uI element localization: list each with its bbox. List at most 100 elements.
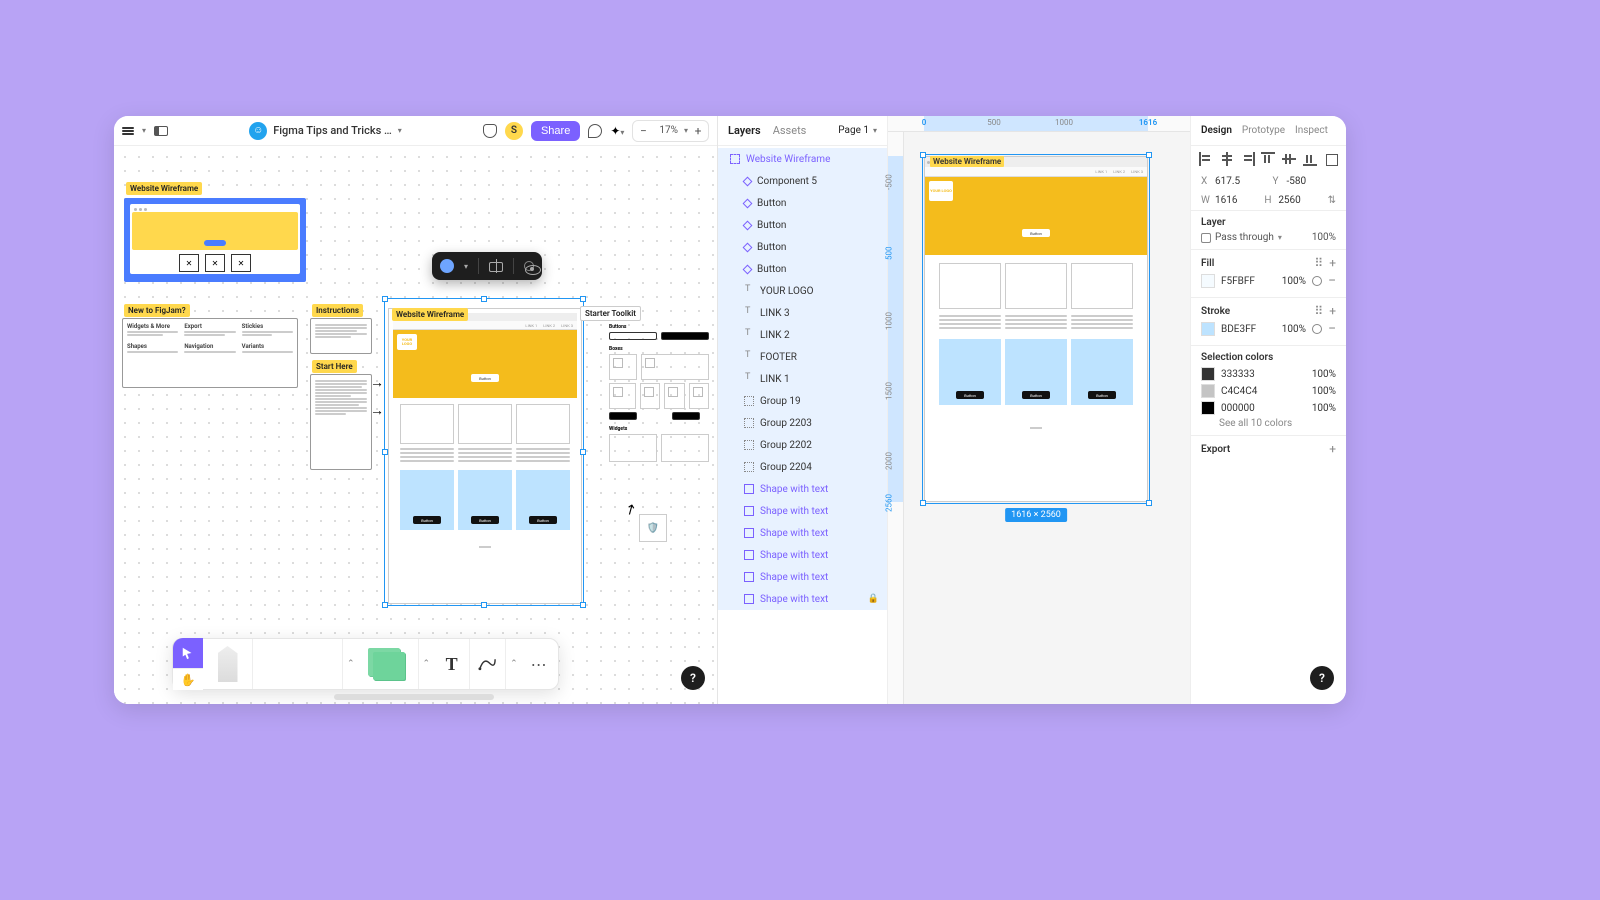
align-top-icon[interactable]: [1261, 152, 1275, 166]
layer-item[interactable]: Button: [718, 236, 887, 258]
sticky-label[interactable]: Website Wireframe: [126, 182, 202, 195]
layer-item[interactable]: Group 2202: [718, 434, 887, 456]
rename-icon[interactable]: [489, 259, 503, 273]
w-input[interactable]: 1616: [1215, 195, 1237, 206]
stroke-swatch[interactable]: [1201, 322, 1215, 336]
opacity-input[interactable]: 100%: [1312, 232, 1336, 243]
color-row[interactable]: 000000100%: [1201, 401, 1336, 415]
chevron-down-icon[interactable]: ▾: [464, 262, 468, 271]
sticky-tool[interactable]: [359, 639, 419, 689]
x-input[interactable]: 617.5: [1215, 176, 1240, 187]
zoom-out-button[interactable]: −: [633, 121, 653, 141]
layer-item[interactable]: Group 2204: [718, 456, 887, 478]
layer-item[interactable]: Shape with text: [718, 544, 887, 566]
y-input[interactable]: -580: [1287, 176, 1307, 187]
remove-fill-button[interactable]: −: [1328, 277, 1336, 285]
sticky-label[interactable]: Website Wireframe: [392, 308, 468, 321]
chevron-down-icon[interactable]: ▾: [1278, 233, 1282, 242]
add-export-button[interactable]: +: [1329, 442, 1336, 456]
layer-item[interactable]: Shape with text: [718, 500, 887, 522]
file-title[interactable]: ☺ Figma Tips and Tricks … ▾: [176, 122, 475, 140]
chevron-down-icon[interactable]: ▾: [142, 126, 146, 135]
shape-color-swatch[interactable]: [440, 259, 454, 273]
layer-item[interactable]: Shape with text: [718, 522, 887, 544]
add-stroke-button[interactable]: +: [1329, 304, 1336, 318]
align-left-icon[interactable]: [1199, 152, 1213, 166]
tab-prototype[interactable]: Prototype: [1242, 125, 1285, 136]
zoom-value[interactable]: 17%: [653, 125, 684, 136]
sticky-label[interactable]: Instructions: [312, 304, 363, 317]
frame-label[interactable]: Website Wireframe: [930, 156, 1004, 167]
sparkle-icon[interactable]: ✦▾: [610, 124, 624, 138]
select-tool[interactable]: ✋: [173, 638, 203, 690]
stroke-opacity-input[interactable]: 100%: [1282, 324, 1306, 335]
layers-list[interactable]: Website WireframeComponent 5ButtonButton…: [718, 146, 887, 704]
share-button[interactable]: Share: [531, 121, 580, 141]
layer-item[interactable]: Button: [718, 192, 887, 214]
zoom-control[interactable]: − 17% ▾ +: [632, 120, 709, 142]
panel-toggle-icon[interactable]: [154, 126, 168, 136]
layer-item[interactable]: LINK 3: [718, 302, 887, 324]
blend-mode-icon[interactable]: [1201, 233, 1211, 243]
fill-opacity-input[interactable]: 100%: [1282, 276, 1306, 287]
layer-item[interactable]: FOOTER: [718, 346, 887, 368]
new-to-figjam-card[interactable]: Widgets & More Export Stickies Shapes Na…: [122, 318, 298, 388]
layer-item[interactable]: YOUR LOGO: [718, 280, 887, 302]
headphones-icon[interactable]: [483, 124, 497, 138]
tab-layers[interactable]: Layers: [728, 124, 761, 137]
hero-thumbnail[interactable]: [124, 198, 306, 282]
horizontal-scrollbar[interactable]: [334, 694, 494, 700]
layer-item[interactable]: Button: [718, 214, 887, 236]
sticky-label[interactable]: New to FigJam?: [124, 304, 190, 317]
layer-item[interactable]: Shape with text🔒: [718, 588, 887, 610]
marker-tool[interactable]: [203, 639, 253, 689]
blend-mode-select[interactable]: Pass through: [1215, 232, 1274, 243]
add-fill-button[interactable]: +: [1329, 256, 1336, 270]
hand-tool[interactable]: ✋: [173, 668, 203, 690]
layer-item[interactable]: Component 5: [718, 170, 887, 192]
visibility-icon[interactable]: [524, 261, 534, 271]
zoom-in-button[interactable]: +: [688, 121, 708, 141]
constrain-proportions-icon[interactable]: ⇅: [1328, 195, 1336, 206]
comment-icon[interactable]: [588, 124, 602, 138]
sticky-label[interactable]: Start Here: [312, 360, 357, 373]
tab-design[interactable]: Design: [1201, 125, 1232, 136]
figma-canvas[interactable]: 0 500 1000 1616 -500 500 1000 1500 2000 …: [888, 116, 1190, 704]
tab-inspect[interactable]: Inspect: [1295, 125, 1328, 136]
start-here-card[interactable]: [310, 374, 372, 470]
help-button[interactable]: ?: [681, 666, 705, 690]
help-button[interactable]: ?: [1310, 666, 1334, 690]
distribute-icon[interactable]: [1324, 152, 1338, 166]
style-icon[interactable]: ⠿: [1314, 304, 1323, 318]
fill-swatch[interactable]: [1201, 274, 1215, 288]
chevron-down-icon[interactable]: ▾: [398, 126, 402, 135]
chevron-up-icon[interactable]: ⌃: [343, 659, 359, 669]
style-icon[interactable]: ⠿: [1314, 256, 1323, 270]
stroke-hex-input[interactable]: BDE3FF: [1221, 324, 1276, 335]
widget-thumbnail[interactable]: 🛡️: [639, 514, 667, 542]
figjam-canvas[interactable]: Website Wireframe New to FigJam? Widgets…: [114, 146, 717, 704]
instructions-card[interactable]: [310, 318, 372, 354]
layer-item[interactable]: LINK 2: [718, 324, 887, 346]
layer-item[interactable]: Button: [718, 258, 887, 280]
color-swatch[interactable]: [1201, 367, 1215, 381]
lock-icon[interactable]: 🔒: [868, 594, 879, 604]
remove-stroke-button[interactable]: −: [1328, 325, 1336, 333]
layer-item[interactable]: LINK 1: [718, 368, 887, 390]
color-row[interactable]: C4C4C4100%: [1201, 384, 1336, 398]
figma-menu-icon[interactable]: [122, 125, 134, 137]
layer-item[interactable]: Group 19: [718, 390, 887, 412]
text-tool[interactable]: T: [434, 639, 470, 689]
more-tools[interactable]: ⋯: [522, 639, 558, 689]
see-all-colors-link[interactable]: See all 10 colors: [1201, 418, 1336, 429]
layer-item[interactable]: Shape with text: [718, 478, 887, 500]
starter-toolkit[interactable]: Buttons Boxes Widgets: [609, 308, 709, 468]
chevron-up-icon[interactable]: ⌃: [506, 659, 522, 669]
h-input[interactable]: 2560: [1278, 195, 1300, 206]
selection-outline[interactable]: [384, 298, 584, 606]
color-swatch[interactable]: [1201, 384, 1215, 398]
color-swatch[interactable]: [1201, 401, 1215, 415]
visibility-icon[interactable]: [1312, 276, 1322, 286]
layer-item[interactable]: Website Wireframe: [718, 148, 887, 170]
layer-item[interactable]: Shape with text: [718, 566, 887, 588]
